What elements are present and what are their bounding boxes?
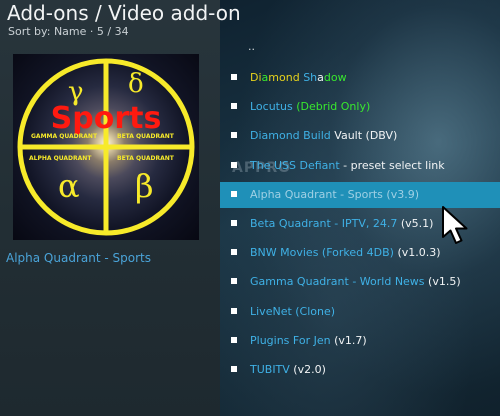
thumbnail-emblem	[17, 58, 195, 236]
addon-item-label: TUBITV (v2.0)	[250, 363, 326, 376]
label-segment: (Debrid Only)	[292, 100, 371, 114]
bullet-icon	[231, 132, 237, 139]
addon-list-item[interactable]: Plugins For Jen (v1.7)	[220, 328, 500, 354]
label-segment: Vault (DBV)	[330, 129, 398, 143]
thumbnail-quadrant-label: GAMMA QUADRANT	[31, 133, 98, 140]
addon-item-label: Alpha Quadrant - Sports (v3.9)	[250, 188, 419, 201]
label-segment: The USS Defiant	[250, 158, 340, 172]
label-segment: (v5.1)	[397, 217, 434, 230]
label-segment: Di	[250, 71, 262, 84]
thumbnail-sports-word: Sports	[50, 101, 162, 136]
bullet-icon	[231, 74, 237, 80]
addon-list-item[interactable]: Diamond Shadow	[220, 65, 500, 91]
bullet-icon	[231, 190, 237, 197]
addon-item-label: Gamma Quadrant - World News (v1.5)	[250, 275, 461, 288]
addon-list-item-selected[interactable]: Alpha Quadrant - Sports (v3.9)	[220, 181, 500, 208]
addon-item-label: Diamond Shadow	[250, 71, 347, 84]
label-segment: Beta Quadrant - IPTV, 24.7	[250, 217, 398, 230]
label-segment: TUBITV	[250, 363, 290, 376]
label-segment: dow	[323, 71, 347, 84]
item-position: 5 / 34	[96, 25, 129, 38]
mouse-pointer-icon	[442, 206, 468, 244]
label-segment: BNW Movies (Forked 4DB)	[250, 246, 394, 260]
addon-list-item[interactable]: Diamond Build Vault (DBV)	[220, 123, 500, 149]
label-segment: Locutus	[250, 100, 293, 114]
label-segment: (v2.0)	[289, 363, 326, 376]
thumbnail-glyph-delta: δ	[128, 69, 144, 99]
thumbnail-quadrant-label: BETA QUADRANT	[117, 133, 174, 140]
addon-item-label: The USS Defiant - preset select link	[250, 159, 445, 172]
label-segment: mond	[268, 71, 304, 84]
addon-list-item[interactable]: The USS Defiant - preset select link	[220, 153, 500, 179]
label-segment: (v1.5)	[424, 275, 461, 289]
thumbnail-glyph-alpha: α	[58, 167, 80, 205]
addon-list-item[interactable]: TUBITV (v2.0)	[220, 357, 500, 383]
label-segment: - preset select link	[339, 158, 445, 172]
label-segment: Alpha Quadrant - Sports	[250, 187, 383, 201]
addon-item-label: Locutus (Debrid Only)	[250, 100, 370, 113]
addon-list-item[interactable]: Locutus (Debrid Only)	[220, 94, 500, 120]
addon-list-item[interactable]: LiveNet (Clone)	[220, 299, 500, 325]
label-segment: (v1.7)	[330, 333, 367, 347]
label-segment: a	[317, 71, 324, 84]
thumbnail-quadrant-label: ALPHA QUADRANT	[29, 155, 92, 162]
label-segment: Plugins For Jen	[250, 333, 331, 347]
label-segment: Diamond Build	[250, 129, 331, 143]
addon-item-label: Plugins For Jen (v1.7)	[250, 334, 367, 347]
bullet-icon	[231, 249, 237, 256]
bullet-icon	[231, 336, 237, 343]
bullet-icon	[231, 161, 237, 168]
addon-thumbnail: Sports GAMMA QUADRANT BETA QUADRANT ALPH…	[13, 54, 199, 240]
sort-label: Sort by: Name	[8, 25, 87, 38]
bullet-icon	[231, 103, 237, 110]
selected-item-title: Alpha Quadrant - Sports	[6, 251, 151, 265]
label-segment: Gamma Quadrant - World News	[250, 275, 425, 289]
parent-folder-label: ..	[248, 40, 255, 53]
label-segment: Sh	[303, 71, 318, 84]
thumbnail-glyph-gamma: γ	[68, 77, 84, 107]
thumbnail-glyph-beta: β	[135, 167, 154, 205]
label-segment: (v1.0.3)	[393, 246, 441, 260]
addon-item-label: LiveNet (Clone)	[250, 305, 335, 318]
label-segment: LiveNet (Clone)	[250, 304, 336, 318]
bullet-icon	[231, 366, 237, 372]
bullet-icon	[231, 307, 237, 314]
addon-item-label: Diamond Build Vault (DBV)	[250, 129, 397, 142]
sort-separator: ·	[89, 25, 97, 38]
bullet-icon	[231, 278, 237, 285]
sort-info: Sort by: Name · 5 / 34	[8, 25, 129, 38]
addon-item-label: BNW Movies (Forked 4DB) (v1.0.3)	[250, 246, 441, 259]
parent-folder-item[interactable]: ..	[220, 36, 500, 60]
addon-list-item[interactable]: Gamma Quadrant - World News (v1.5)	[220, 269, 500, 295]
addon-item-label: Beta Quadrant - IPTV, 24.7 (v5.1)	[250, 217, 433, 230]
thumbnail-quadrant-label: BETA QUADRANT	[117, 155, 174, 162]
bullet-icon	[231, 220, 237, 226]
page-title: Add-ons / Video add-on	[7, 1, 241, 25]
label-segment: (v3.9)	[382, 187, 419, 201]
